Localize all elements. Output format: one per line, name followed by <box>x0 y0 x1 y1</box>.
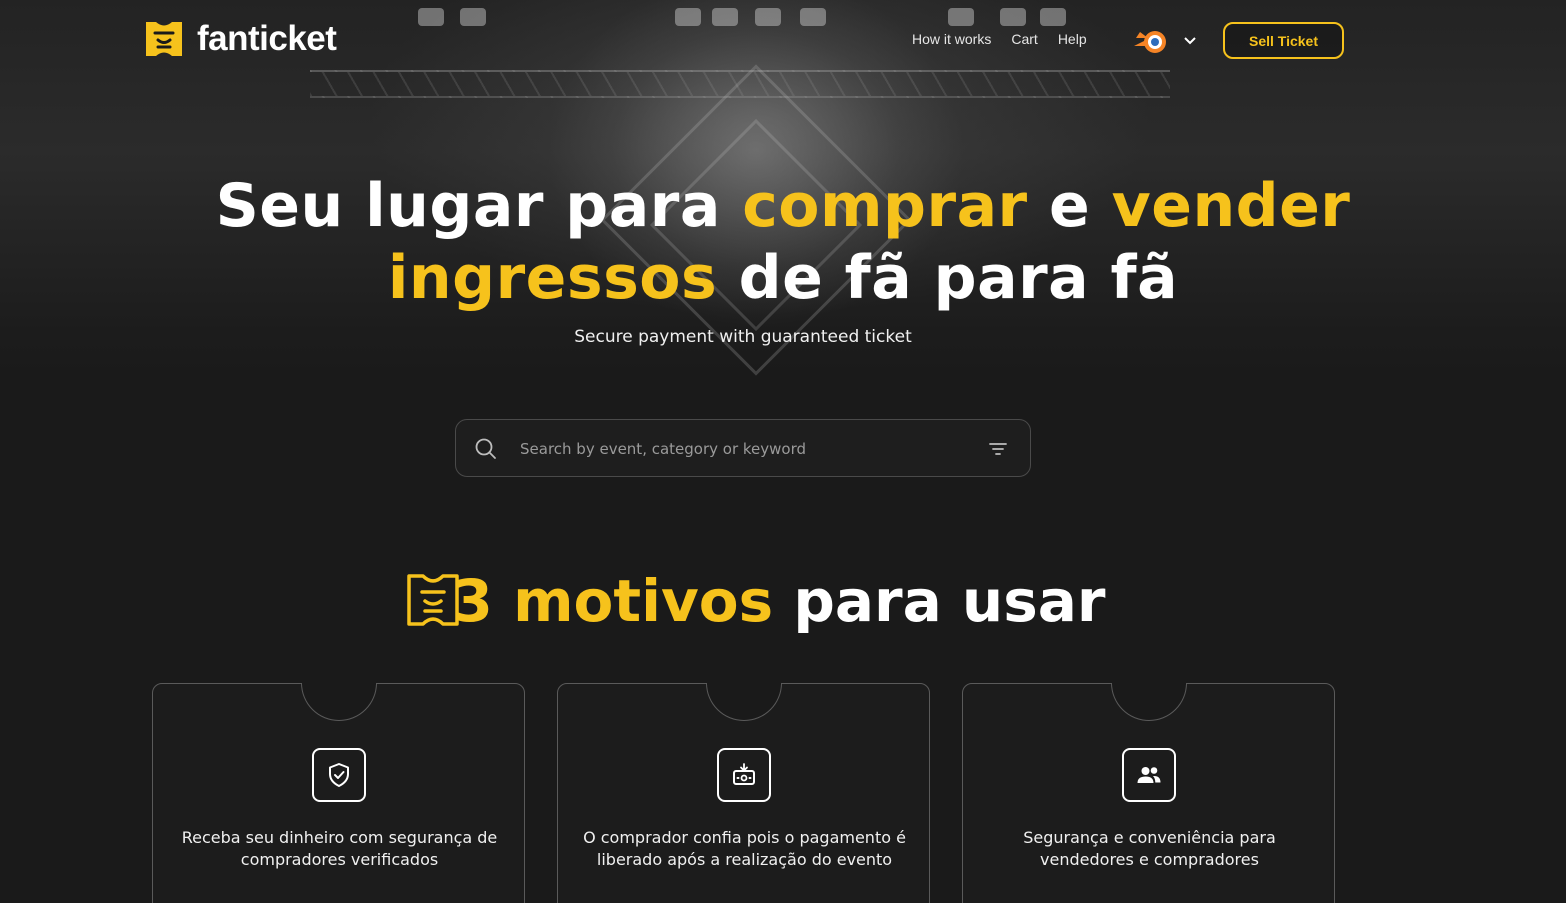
hero-headline: Seu lugar para comprar e vender ingresso… <box>0 170 1566 314</box>
headline-highlight-sell: vender <box>1111 171 1351 241</box>
search-bar <box>455 419 1031 477</box>
reasons-title-rest: para usar <box>773 567 1106 635</box>
search-icon[interactable] <box>474 437 498 461</box>
ticket-logo-icon <box>146 22 182 56</box>
reasons-title: 3 motivos para usar <box>0 566 1486 636</box>
card-notch <box>706 683 782 721</box>
card-text: Receba seu dinheiro com segurança de com… <box>181 828 498 869</box>
reason-card: Segurança e conveniência para vendedores… <box>962 682 1335 903</box>
nav-how-it-works[interactable]: How it works <box>912 31 991 47</box>
filter-icon[interactable] <box>988 440 1008 458</box>
shield-check-icon <box>329 763 349 787</box>
card-notch <box>301 683 377 721</box>
nav-cart[interactable]: Cart <box>1011 31 1037 47</box>
main-nav: How it works Cart Help <box>912 31 1087 47</box>
headline-text: Seu lugar para <box>215 171 743 241</box>
card-text: Segurança e conveniência para vendedores… <box>1023 828 1276 869</box>
reason-card: Receba seu dinheiro com segurança de com… <box>152 682 525 903</box>
hero-subtitle: Secure payment with guaranteed ticket <box>574 327 912 347</box>
card-icon-box <box>717 748 771 802</box>
sell-ticket-button[interactable]: Sell Ticket <box>1223 22 1344 59</box>
headline-highlight-tickets: ingressos <box>387 243 718 313</box>
headline-text: e <box>1027 171 1112 241</box>
search-input[interactable] <box>520 436 960 462</box>
users-icon <box>1137 767 1161 783</box>
brand-name: fanticket <box>197 19 337 58</box>
top-header: fanticket How it works Cart Help Sell Ti… <box>0 0 1566 80</box>
chevron-down-icon <box>1184 37 1196 45</box>
app-switcher[interactable] <box>1134 26 1196 56</box>
card-icon-box <box>1122 748 1176 802</box>
brand-logo[interactable]: fanticket <box>143 19 337 59</box>
headline-text: de fã para fã <box>717 243 1179 313</box>
card-text: O comprador confia pois o pagamento é li… <box>583 828 906 869</box>
card-icon-box <box>312 748 366 802</box>
payment-release-icon <box>733 763 755 785</box>
reasons-title-highlight: 3 motivos <box>452 567 774 635</box>
card-notch <box>1111 683 1187 721</box>
reason-card: O comprador confia pois o pagamento é li… <box>557 682 930 903</box>
headline-highlight-buy: comprar <box>742 171 1028 241</box>
nav-help[interactable]: Help <box>1058 31 1087 47</box>
blender-logo-icon <box>1134 31 1166 53</box>
